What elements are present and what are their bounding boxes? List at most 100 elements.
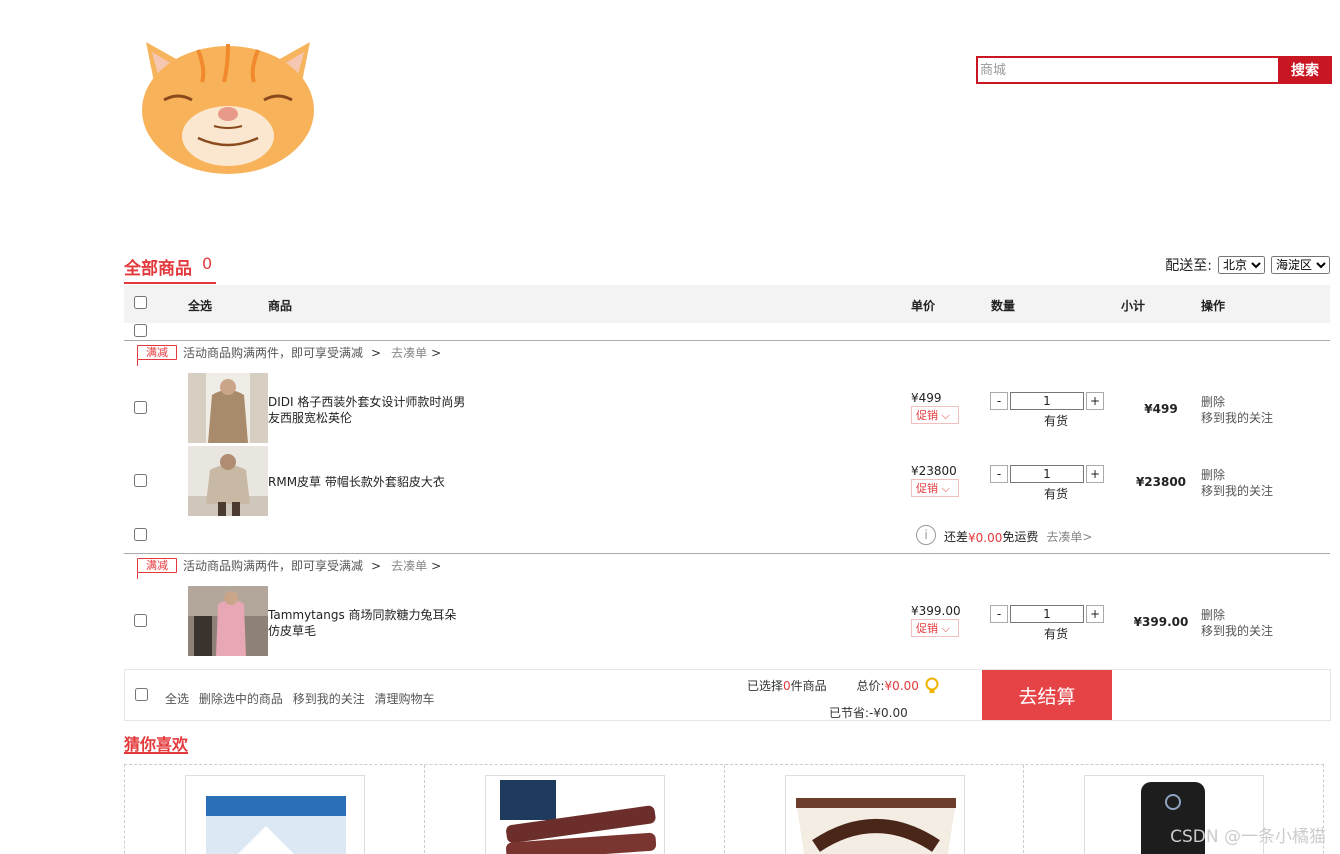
unit-price-value: ¥399.00 [911,604,961,618]
bulk-actions: 全选 删除选中的商品 移到我的关注 清理购物车 [165,690,441,707]
promo-go-link[interactable]: 去凑单 [391,557,427,574]
item-checkbox[interactable] [134,474,147,487]
selected-suffix: 件商品 [790,679,827,693]
cat-logo[interactable] [128,30,328,180]
promo-go-link[interactable]: 去凑单 [391,344,427,361]
item-checkbox[interactable] [134,614,147,627]
quantity-stepper: - 1 + [990,465,1104,483]
search-button[interactable]: 搜索 [1278,56,1332,84]
item-subtotal: ¥23800 [1135,475,1187,489]
delete-selected-link[interactable]: 删除选中的商品 [199,692,283,706]
unit-price: ¥23800 促销 ⌵ [911,464,959,497]
follow-link[interactable]: 移到我的关注 [1201,483,1273,499]
item-operations: 删除 移到我的关注 [1201,394,1273,426]
clear-cart-link[interactable]: 清理购物车 [375,692,435,706]
bottom-select-all-checkbox[interactable] [135,688,148,701]
info-icon: i [916,525,936,545]
delete-link[interactable]: 删除 [1201,394,1273,410]
header-unit-price: 单价 [911,299,936,313]
recommend-item[interactable] [125,765,425,854]
delivery-area: 配送至: 北京 海淀区 [1165,255,1330,275]
unit-price-value: ¥23800 [911,464,957,478]
product-name[interactable]: RMM皮草 带帽长款外套貂皮大衣 [268,474,468,490]
shop-checkbox[interactable] [134,528,147,541]
selection-summary: 已选择0件商品 总价:¥0.00 [747,677,919,694]
item-subtotal: ¥399.00 [1133,615,1189,629]
checkout-button[interactable]: 去结算 [982,670,1112,720]
quantity-input[interactable]: 1 [1010,465,1084,483]
select-all-checkbox[interactable] [134,296,147,309]
follow-link[interactable]: 移到我的关注 [1201,410,1273,426]
saved-label: 已节省: [829,706,870,720]
product-image[interactable] [188,373,268,443]
quantity-input[interactable]: 1 [1010,605,1084,623]
recommend-image[interactable] [784,775,965,854]
recommend-grid [124,764,1324,854]
promo-arrow: > [431,345,442,360]
quantity-stepper: - 1 + [990,392,1104,410]
header-quantity: 数量 [991,299,1016,313]
increase-button[interactable]: + [1086,605,1104,623]
search-bar: 搜索 [976,56,1332,84]
increase-button[interactable]: + [1086,465,1104,483]
decrease-button[interactable]: - [990,392,1008,410]
move-follow-link[interactable]: 移到我的关注 [293,692,365,706]
promo-select[interactable]: 促销 ⌵ [911,479,959,497]
search-input[interactable] [976,56,1278,84]
item-operations: 删除 移到我的关注 [1201,607,1273,639]
product-image[interactable] [188,586,268,656]
delete-link[interactable]: 删除 [1201,607,1273,623]
city-select[interactable]: 北京 [1218,256,1265,274]
promo-arrow: > [371,345,382,360]
stock-status: 有货 [1044,627,1069,641]
bottom-select-all[interactable]: 全选 [165,692,189,706]
decrease-button[interactable]: - [990,465,1008,483]
freight-go-link[interactable]: 去凑单> [1046,528,1092,545]
checkout-bar: 全选 删除选中的商品 移到我的关注 清理购物车 已选择0件商品 总价:¥0.00… [124,669,1331,721]
saved-amount: 已节省:-¥0.00 [829,704,908,721]
freight-suffix: 免运费 [1002,530,1039,544]
header-select-all: 全选 [188,299,213,313]
recommend-image[interactable] [185,775,365,854]
quantity-input[interactable]: 1 [1010,392,1084,410]
promo-text: 活动商品购满两件，即可享受满减 [183,559,364,573]
product-name[interactable]: Tammytangs 商场同款糖力兔耳朵仿皮草毛 [268,607,468,639]
freight-prefix: 还差 [944,530,969,544]
product-name[interactable]: DIDI 格子西装外套女设计师款时尚男友西服宽松英伦 [268,394,468,426]
quantity-stepper: - 1 + [990,605,1104,623]
decrease-button[interactable]: - [990,605,1008,623]
divider [124,553,1330,554]
lightbulb-icon [925,677,939,699]
delete-link[interactable]: 删除 [1201,467,1273,483]
product-image[interactable] [188,446,268,516]
item-checkbox[interactable] [134,401,147,414]
unit-price-value: ¥499 [911,391,942,405]
recommend-image[interactable] [484,775,665,854]
cart-item: DIDI 格子西装外套女设计师款时尚男友西服宽松英伦 ¥499 促销 ⌵ - 1… [124,373,1330,443]
shop-checkbox[interactable] [134,324,147,337]
district-select[interactable]: 海淀区 [1271,256,1330,274]
total-price: ¥0.00 [884,679,919,693]
recommend-item[interactable] [725,765,1025,854]
watermark: CSDN @一条小橘猫 [1170,827,1326,847]
promo-row: 满减 活动商品购满两件，即可享受满减 > 去凑单 > [137,557,442,579]
cart-item: Tammytangs 商场同款糖力兔耳朵仿皮草毛 ¥399.00 促销 ⌵ - … [124,586,1330,656]
promo-arrow: > [431,558,442,573]
cart-title: 全部商品 0 [124,254,217,284]
recommend-title: 猜你喜欢 [124,731,189,754]
cart-count: 0 [202,254,213,273]
item-operations: 删除 移到我的关注 [1201,467,1273,499]
follow-link[interactable]: 移到我的关注 [1201,623,1273,639]
item-subtotal: ¥499 [1144,402,1178,416]
promo-text: 活动商品购满两件，即可享受满减 [183,346,364,360]
selected-prefix: 已选择 [747,679,784,693]
promo-select[interactable]: 促销 ⌵ [911,406,959,424]
increase-button[interactable]: + [1086,392,1104,410]
promo-select[interactable]: 促销 ⌵ [911,619,959,637]
divider [124,340,1330,341]
saved-value: -¥0.00 [869,706,908,720]
promo-arrow: > [371,558,382,573]
recommend-item[interactable] [425,765,725,854]
freight-notice: i 还差 ¥0.00 免运费 去凑单> [916,525,1092,545]
unit-price: ¥399.00 促销 ⌵ [911,604,961,637]
